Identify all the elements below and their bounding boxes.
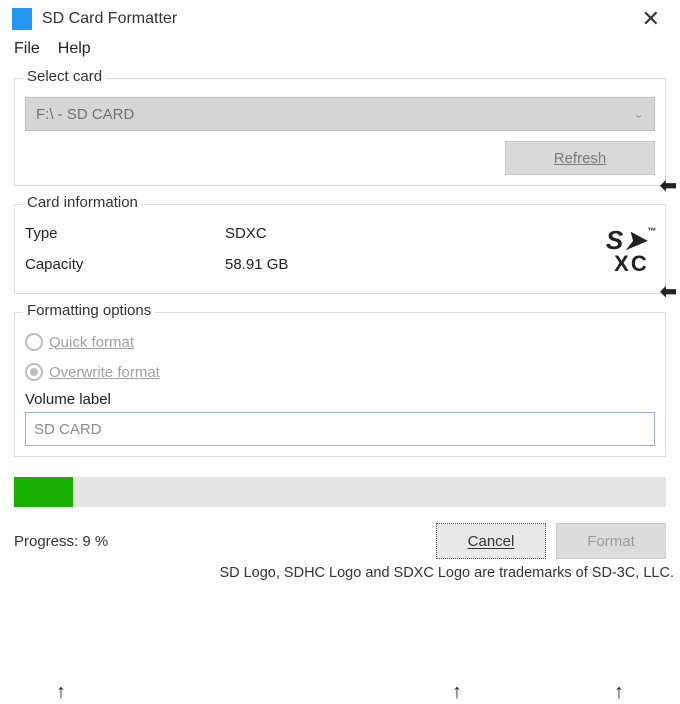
trademark-text: SD Logo, SDHC Logo and SDXC Logo are tra… (0, 559, 680, 581)
annotation-arrow: ⬅ (660, 279, 677, 304)
select-card-label: Select card (23, 68, 106, 85)
menubar: File Help (0, 34, 680, 68)
card-dropdown[interactable]: F:\ - SD CARD ⌄ (25, 97, 655, 131)
group-card-info: Card information Type SDXC Capacity 58.9… (14, 204, 666, 294)
volume-label-input[interactable]: SD CARD (25, 412, 655, 446)
menu-help[interactable]: Help (58, 40, 91, 58)
radio-icon (25, 333, 43, 351)
group-select-card: Select card F:\ - SD CARD ⌄ Refresh (14, 78, 666, 186)
sdxc-logo: S➤™ XC (606, 227, 657, 275)
annotation-arrow: ↑ (56, 681, 66, 704)
overwrite-format-label: Overwrite format (49, 364, 160, 381)
close-icon[interactable]: ✕ (632, 6, 670, 32)
format-button[interactable]: Format (556, 523, 666, 559)
window-title: SD Card Formatter (42, 10, 632, 28)
volume-label-text: Volume label (25, 391, 655, 408)
cancel-button[interactable]: Cancel (436, 523, 546, 559)
progress-fill (14, 477, 73, 507)
type-label: Type (25, 225, 225, 242)
chevron-down-icon: ⌄ (633, 106, 644, 122)
progress-bar (14, 477, 666, 507)
type-value: SDXC (225, 225, 267, 242)
capacity-value: 58.91 GB (225, 256, 288, 273)
quick-format-label: Quick format (49, 334, 134, 351)
progress-text: Progress: 9 % (14, 533, 426, 550)
card-dropdown-value: F:\ - SD CARD (36, 106, 134, 123)
capacity-label: Capacity (25, 256, 225, 273)
radio-icon (25, 363, 43, 381)
annotation-arrow: ↑ (452, 681, 462, 704)
titlebar: SD Card Formatter ✕ (0, 0, 680, 34)
group-formatting: Formatting options Quick format Overwrit… (14, 312, 666, 457)
bottom-row: Progress: 9 % Cancel Format (14, 523, 666, 559)
radio-quick-format[interactable]: Quick format (25, 333, 655, 351)
app-icon (12, 8, 32, 30)
annotation-arrow: ⬅ (660, 173, 677, 198)
annotation-arrow: ↑ (614, 681, 624, 704)
formatting-label: Formatting options (23, 302, 155, 319)
radio-overwrite-format[interactable]: Overwrite format (25, 363, 655, 381)
menu-file[interactable]: File (14, 40, 40, 58)
card-info-label: Card information (23, 194, 142, 211)
refresh-button[interactable]: Refresh (505, 141, 655, 175)
